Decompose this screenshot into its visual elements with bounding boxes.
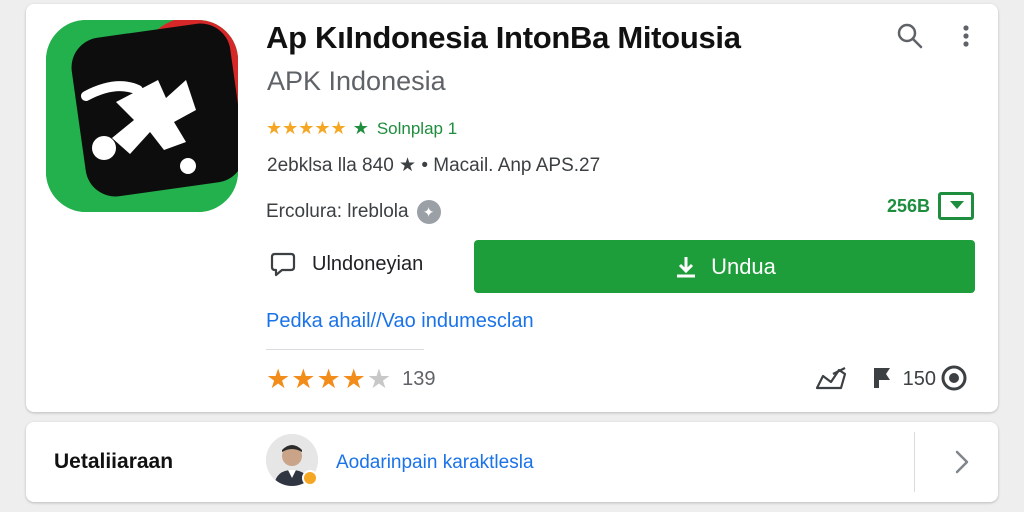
app-logo-icon (46, 20, 238, 212)
app-developer-subtitle: APK Indonesia (267, 66, 446, 96)
size-tag: 256B (887, 192, 974, 220)
size-text: 256B (886, 195, 930, 216)
language-bubble-icon (270, 252, 296, 277)
star-filled-icon: ★ (341, 364, 367, 394)
review-stars: ★★★★★ (266, 364, 392, 395)
app-details-card: Ap KıIndonesia IntonBa Mitousia APK Indo… (26, 4, 998, 412)
bottom-actions: 150 (813, 364, 968, 395)
download-icon (677, 256, 696, 277)
install-button[interactable]: Undua (474, 240, 975, 293)
verified-badge-icon (302, 470, 318, 486)
top-actions (896, 22, 970, 53)
divider (266, 349, 424, 350)
flag-icon[interactable] (871, 366, 893, 393)
search-icon[interactable] (896, 22, 924, 53)
more-vert-icon[interactable] (962, 24, 970, 51)
language-text: Ulndoneyian (312, 252, 424, 275)
star-empty-icon: ★ (366, 364, 393, 394)
review-count: 139 (402, 368, 436, 390)
category-text: Ercolura: lreblola (266, 201, 409, 222)
review-rating[interactable]: ★★★★★ 139 (266, 364, 435, 395)
category-line: Ercolura: lreblola ✦ (266, 200, 441, 224)
app-title: Ap KıIndonesia IntonBa Mitousia (266, 20, 741, 55)
editor-star-icon: ★ (352, 118, 369, 138)
share-icon[interactable] (813, 364, 849, 395)
rating-stars: ★★★★★ (266, 118, 347, 138)
star-filled-icon: ★ (266, 364, 292, 394)
website-link[interactable]: Pedka ahail//Vao indumesclan (266, 310, 534, 333)
eye-icon[interactable] (940, 364, 968, 395)
developer-card[interactable]: Uetaliiaraan Aodarinpain karaktlesla (26, 422, 998, 502)
star-filled-icon: ★ (316, 364, 342, 394)
language-selector[interactable]: Ulndoneyian (270, 250, 423, 278)
developer-label: Uetaliiaraan (54, 450, 174, 473)
view-count: 150 (902, 368, 936, 390)
install-label: Undua (711, 253, 776, 279)
chevron-right-icon[interactable] (948, 446, 976, 478)
rating-line: ★★★★★ ★ Solnplap 1 (266, 118, 457, 139)
download-size-icon (938, 192, 974, 220)
info-icon[interactable]: ✦ (416, 200, 441, 224)
divider (914, 432, 915, 492)
app-meta: 2ebklsa lla 840 ★ • Macail. Anp APS.27 (267, 155, 601, 176)
rating-text: Solnplap 1 (376, 118, 458, 138)
developer-name[interactable]: Aodarinpain karaktlesla (336, 452, 534, 474)
star-filled-icon: ★ (291, 364, 317, 394)
